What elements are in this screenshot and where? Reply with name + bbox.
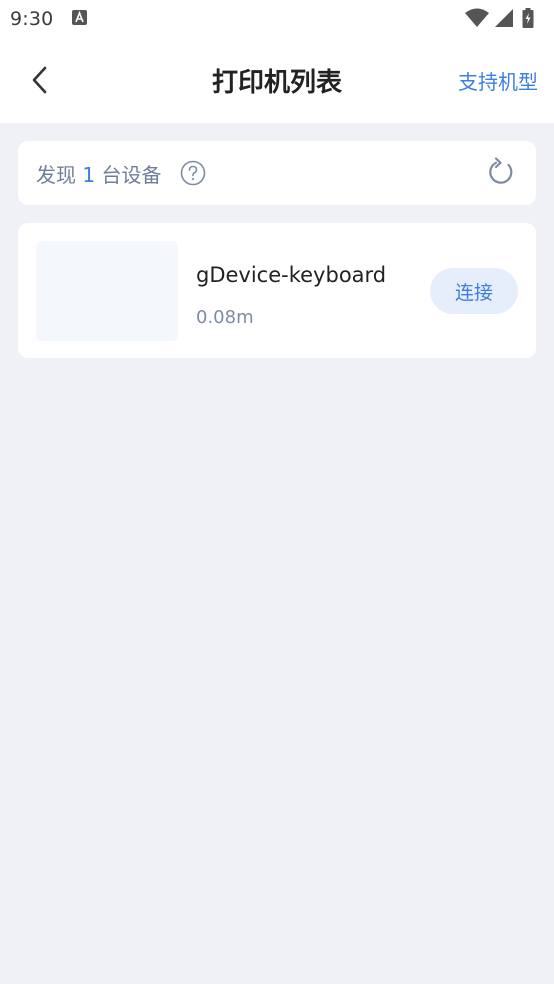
device-thumbnail — [36, 241, 178, 341]
battery-icon — [522, 8, 534, 28]
status-time: 9:30 — [10, 8, 54, 30]
device-distance: 0.08m — [196, 307, 254, 328]
header: 打印机列表 支持机型 — [0, 38, 554, 123]
connect-button[interactable]: 连接 — [430, 268, 518, 314]
discover-prefix: 发现 — [36, 163, 76, 187]
notification-a-icon — [72, 10, 87, 25]
signal-icon — [495, 9, 513, 27]
discover-summary: 发现 1 台设备 — [36, 159, 161, 188]
device-count: 1 — [82, 163, 96, 187]
supported-models-link[interactable]: 支持机型 — [458, 66, 538, 95]
status-bar: 9:30 — [0, 0, 554, 38]
discover-suffix: 台设备 — [101, 163, 162, 187]
question-circle-icon[interactable] — [180, 160, 206, 186]
device-name: gDevice-keyboard — [196, 263, 387, 287]
wifi-icon — [465, 8, 489, 27]
discover-summary-card: 发现 1 台设备 — [18, 141, 536, 205]
refresh-icon[interactable] — [486, 157, 516, 187]
device-list-item[interactable]: gDevice-keyboard 0.08m 连接 — [18, 223, 536, 358]
